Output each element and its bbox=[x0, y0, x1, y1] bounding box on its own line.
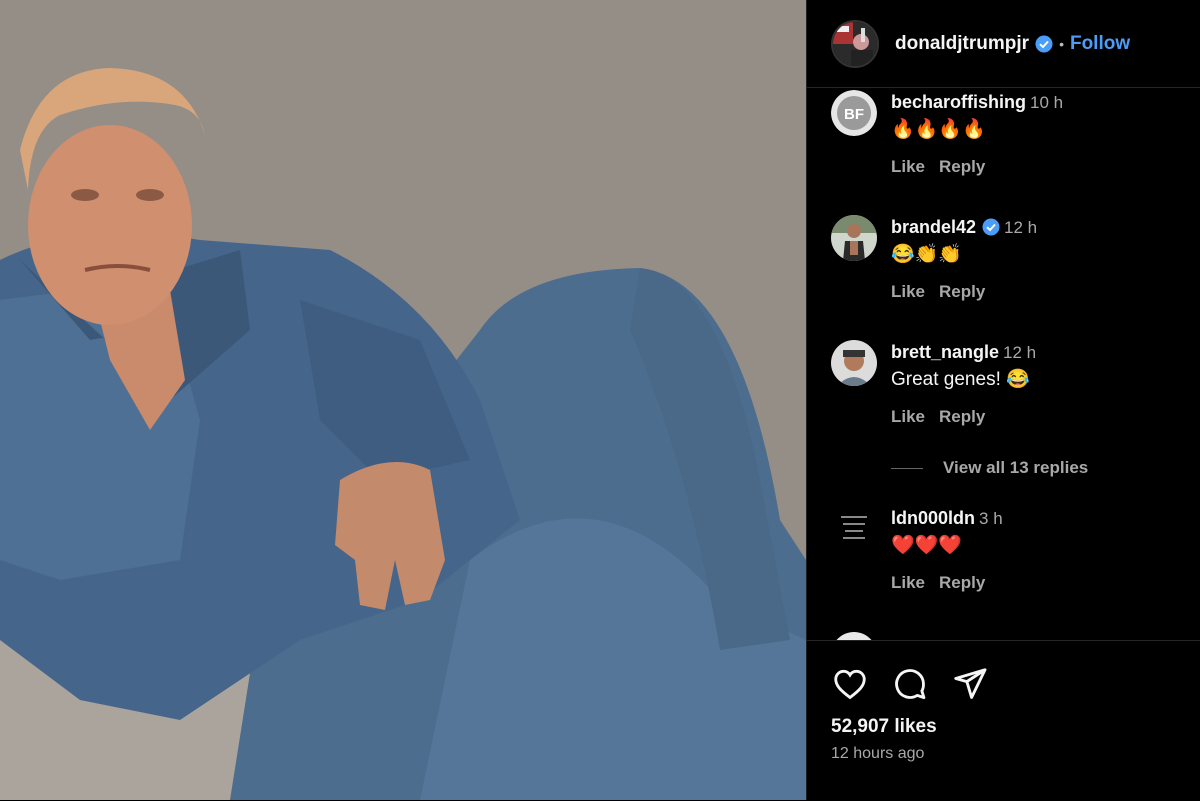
post-timestamp: 12 hours ago bbox=[831, 745, 925, 762]
like-comment-button[interactable]: Like bbox=[891, 157, 925, 176]
post-header: donaldjtrumpjr • Follow bbox=[807, 0, 1200, 88]
commenter-avatar[interactable] bbox=[831, 215, 877, 261]
verified-icon bbox=[982, 218, 1000, 236]
comments-list[interactable]: BF becharoffishing 10 h 🔥🔥🔥🔥 Like Reply br… bbox=[807, 88, 1200, 640]
comment-time: 10 h bbox=[1030, 93, 1064, 112]
reply-comment-button[interactable]: Reply bbox=[939, 157, 985, 176]
likes-count[interactable]: 52,907 likes bbox=[831, 716, 937, 738]
separator-dot: • bbox=[1059, 35, 1064, 52]
replies-divider bbox=[891, 467, 923, 469]
commenter-avatar[interactable] bbox=[831, 340, 877, 386]
heart-icon[interactable] bbox=[831, 665, 869, 703]
author-avatar[interactable] bbox=[831, 19, 879, 68]
like-comment-button[interactable]: Like bbox=[891, 282, 925, 301]
comment-time: 3 h bbox=[979, 509, 1003, 528]
next-comment-avatar bbox=[831, 632, 877, 640]
like-comment-button[interactable]: Like bbox=[891, 407, 925, 426]
comment-username[interactable]: brett_nangle bbox=[891, 342, 999, 362]
view-replies-label: View all 13 replies bbox=[943, 458, 1089, 477]
commenter-avatar[interactable] bbox=[831, 506, 877, 552]
comment-item: brandel42 12 h 😂👏👏 Like Reply bbox=[831, 215, 1181, 302]
post-photo-illustration bbox=[0, 0, 806, 800]
comment-text: Great genes! 😂 bbox=[891, 369, 1030, 390]
post-actions bbox=[831, 665, 989, 703]
post-image[interactable] bbox=[0, 0, 806, 800]
commenter-avatar[interactable]: BF bbox=[831, 90, 877, 136]
follow-button[interactable]: Follow bbox=[1070, 33, 1130, 55]
view-replies-button[interactable]: View all 13 replies bbox=[891, 458, 1088, 478]
comment-text: 😂👏👏 bbox=[891, 244, 962, 265]
comment-item: brett_nangle 12 h Great genes! 😂 Like Repl… bbox=[831, 340, 1181, 427]
comment-time: 12 h bbox=[1004, 218, 1038, 237]
comment-time: 12 h bbox=[1003, 343, 1037, 362]
reply-comment-button[interactable]: Reply bbox=[939, 407, 985, 426]
reply-comment-button[interactable]: Reply bbox=[939, 573, 985, 592]
comment-text: ❤️❤️❤️ bbox=[891, 535, 962, 556]
reply-comment-button[interactable]: Reply bbox=[939, 282, 985, 301]
comment-text: 🔥🔥🔥🔥 bbox=[891, 119, 986, 140]
comment-item: ldn000ldn 3 h ❤️❤️❤️ Like Reply bbox=[831, 506, 1181, 593]
avatar-monogram: BF bbox=[844, 106, 864, 123]
verified-icon bbox=[1035, 35, 1053, 53]
post-side-panel: donaldjtrumpjr • Follow BF becharoffishi… bbox=[806, 0, 1200, 800]
post-footer: 52,907 likes 12 hours ago bbox=[807, 640, 1200, 801]
comment-username[interactable]: becharoffishing bbox=[891, 92, 1026, 112]
share-icon[interactable] bbox=[951, 665, 989, 703]
comment-icon[interactable] bbox=[891, 665, 929, 703]
like-comment-button[interactable]: Like bbox=[891, 573, 925, 592]
comment-username[interactable]: ldn000ldn bbox=[891, 508, 975, 528]
comment-item: BF becharoffishing 10 h 🔥🔥🔥🔥 Like Reply bbox=[831, 90, 1181, 177]
comment-username[interactable]: brandel42 bbox=[891, 217, 976, 237]
author-username[interactable]: donaldjtrumpjr bbox=[895, 33, 1029, 55]
